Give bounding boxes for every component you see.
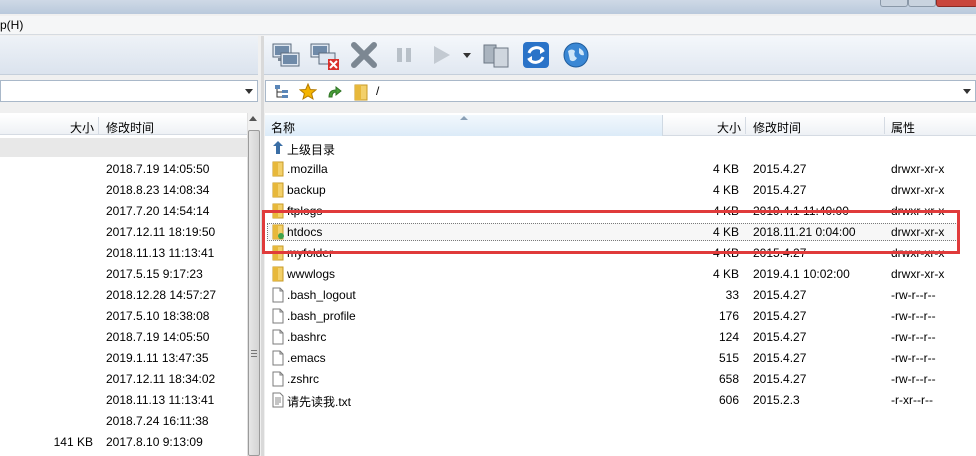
- remote-file-row[interactable]: 请先读我.txt 606 2015.2.3 -r-xr--r--: [265, 390, 976, 411]
- remote-row-attributes: -rw-r--r--: [891, 330, 936, 344]
- remote-row-attributes: -r-xr--r--: [891, 393, 933, 407]
- remote-path-text: /: [376, 84, 380, 98]
- chevron-down-icon[interactable]: [963, 89, 971, 94]
- pause-icon[interactable]: [388, 39, 420, 71]
- local-col-size[interactable]: 大小: [70, 119, 94, 136]
- remote-row-size: 33: [725, 288, 739, 302]
- local-row-modified[interactable]: 2017.7.20 14:54:14: [106, 204, 209, 218]
- local-row-modified[interactable]: 2017.12.11 18:19:50: [106, 225, 215, 239]
- minimize-button[interactable]: [880, 0, 908, 7]
- local-row-modified[interactable]: 2018.7.24 16:11:38: [106, 414, 209, 428]
- remote-row-size: 4 KB: [712, 183, 739, 197]
- local-row-modified[interactable]: 2017.5.10 18:38:08: [106, 309, 209, 323]
- local-toolbar: [0, 36, 258, 75]
- column-separator[interactable]: [745, 117, 746, 134]
- remote-row-modified: 2015.4.27: [753, 162, 807, 176]
- refresh-icon[interactable]: [520, 39, 552, 71]
- scroll-grip-icon: [251, 350, 257, 359]
- remote-row-modified: 2019.4.1 10:02:00: [753, 267, 850, 281]
- local-selected-row[interactable]: [0, 138, 247, 157]
- local-row-modified[interactable]: 2018.12.28 14:57:27: [106, 288, 216, 302]
- chevron-down-icon[interactable]: [245, 89, 253, 94]
- window-title-bar: [0, 0, 976, 14]
- remote-row-size: 124: [718, 330, 739, 344]
- cancel-icon[interactable]: [348, 39, 380, 71]
- local-row-modified[interactable]: 2017.12.11 18:34:02: [106, 372, 215, 386]
- remote-file-row[interactable]: 上级目录: [265, 138, 976, 159]
- dropdown-icon[interactable]: [460, 39, 474, 71]
- local-row-modified[interactable]: 2019.1.11 13:47:35: [106, 351, 209, 365]
- remote-row-attributes: drwxr-xr-x: [891, 267, 945, 281]
- remote-col-modified[interactable]: 修改时间: [753, 119, 801, 136]
- local-row-modified[interactable]: 2017.8.10 9:13:09: [106, 435, 203, 449]
- menu-help[interactable]: p(H): [0, 18, 23, 32]
- remote-row-modified: 2015.4.27: [753, 372, 807, 386]
- remote-file-row[interactable]: .zshrc 658 2015.4.27 -rw-r--r--: [265, 369, 976, 390]
- parent-folder-icon: [270, 140, 286, 156]
- play-icon[interactable]: [425, 39, 457, 71]
- sort-ascending-icon: [460, 116, 468, 120]
- remote-file-row[interactable]: .mozilla 4 KB 2015.4.27 drwxr-xr-x: [265, 159, 976, 180]
- local-row-modified[interactable]: 2018.7.19 14:05:50: [106, 330, 209, 344]
- column-separator[interactable]: [884, 117, 885, 134]
- remote-row-attributes: -rw-r--r--: [891, 351, 936, 365]
- tree-view-icon[interactable]: [273, 83, 291, 101]
- close-window-button[interactable]: [936, 0, 976, 7]
- remote-file-row[interactable]: .bashrc 124 2015.4.27 -rw-r--r--: [265, 327, 976, 348]
- remote-row-attributes: -rw-r--r--: [891, 288, 936, 302]
- remote-row-attributes: -rw-r--r--: [891, 372, 936, 386]
- local-path-combobox[interactable]: [0, 80, 258, 102]
- annotation-highlight-box: [262, 210, 960, 254]
- remote-row-modified: 2015.4.27: [753, 330, 807, 344]
- remote-row-modified: 2015.4.27: [753, 351, 807, 365]
- remote-file-row[interactable]: .emacs 515 2015.4.27 -rw-r--r--: [265, 348, 976, 369]
- remote-file-row[interactable]: .bash_profile 176 2015.4.27 -rw-r--r--: [265, 306, 976, 327]
- remote-file-row[interactable]: backup 4 KB 2015.4.27 drwxr-xr-x: [265, 180, 976, 201]
- remote-row-size: 4 KB: [712, 162, 739, 176]
- local-row-size[interactable]: 141 KB: [0, 435, 93, 449]
- scroll-up-icon[interactable]: [249, 116, 257, 121]
- remote-path-combobox[interactable]: [265, 80, 976, 102]
- remote-row-attributes: drwxr-xr-x: [891, 162, 945, 176]
- folder-icon: [354, 84, 368, 101]
- remote-row-name: 上级目录: [287, 143, 336, 157]
- remote-row-size: 176: [718, 309, 739, 323]
- remote-row-modified: 2015.2.3: [753, 393, 800, 407]
- remote-col-attributes[interactable]: 属性: [891, 119, 915, 136]
- remote-row-size: 658: [718, 372, 739, 386]
- globe-icon[interactable]: [560, 39, 592, 71]
- maximize-button[interactable]: [908, 0, 936, 7]
- remote-file-row[interactable]: wwwlogs 4 KB 2019.4.1 10:02:00 drwxr-xr-x: [265, 264, 976, 285]
- local-row-modified[interactable]: 2017.5.15 9:17:23: [106, 267, 203, 281]
- remote-row-size: 606: [718, 393, 739, 407]
- remote-row-attributes: drwxr-xr-x: [891, 183, 945, 197]
- remote-row-modified: 2015.4.27: [753, 309, 807, 323]
- remote-col-name[interactable]: 名称: [271, 119, 295, 136]
- remote-row-attributes: -rw-r--r--: [891, 309, 936, 323]
- remote-row-modified: 2015.4.27: [753, 288, 807, 302]
- favorites-star-icon[interactable]: [299, 83, 317, 101]
- remote-file-row[interactable]: .bash_logout 33 2015.4.27 -rw-r--r--: [265, 285, 976, 306]
- local-row-modified[interactable]: 2018.7.19 14:05:50: [106, 162, 209, 176]
- local-col-modified[interactable]: 修改时间: [106, 119, 154, 136]
- remote-col-size[interactable]: 大小: [717, 119, 741, 136]
- remote-row-size: 4 KB: [712, 267, 739, 281]
- remote-row-modified: 2015.4.27: [753, 183, 807, 197]
- connect-icon[interactable]: [270, 39, 302, 71]
- remote-row-size: 515: [718, 351, 739, 365]
- local-row-modified[interactable]: 2018.11.13 11:13:41: [106, 246, 214, 260]
- parent-directory-icon[interactable]: [325, 83, 343, 101]
- local-scrollbar-thumb[interactable]: [248, 130, 260, 456]
- local-row-modified[interactable]: 2018.11.13 11:13:41: [106, 393, 214, 407]
- sync-icon[interactable]: [480, 39, 512, 71]
- column-separator[interactable]: [98, 117, 99, 134]
- disconnect-icon[interactable]: [308, 39, 340, 71]
- menu-bar: [0, 16, 976, 35]
- local-row-modified[interactable]: 2018.8.23 14:08:34: [106, 183, 209, 197]
